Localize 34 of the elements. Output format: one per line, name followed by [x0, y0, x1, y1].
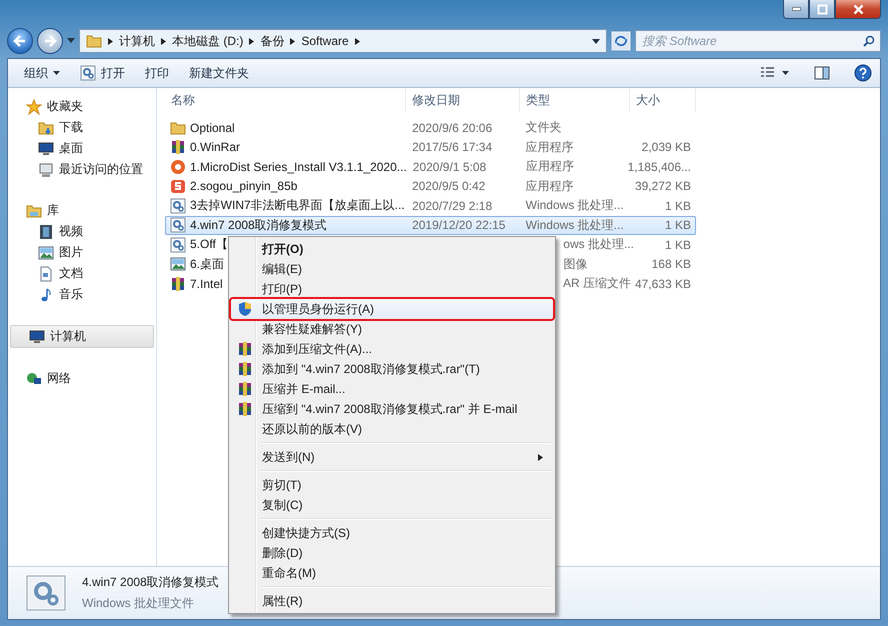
file-name: 0.WinRar — [190, 140, 240, 154]
selected-file-name: 4.win7 2008取消修复模式 — [82, 574, 219, 591]
modified-date: 2020/7/29 2:18 — [412, 198, 492, 213]
file-type: 图像 — [564, 256, 588, 273]
file-name: 6.桌面 — [190, 256, 224, 273]
file-size: 2,039 KB — [642, 140, 692, 154]
file-type: 应用程序 — [525, 178, 574, 195]
file-name: 7.Intel — [190, 276, 223, 291]
file-type: ows 批处理... — [563, 236, 634, 254]
modified-date: 2019/12/20 22:15 — [412, 218, 506, 232]
file-size: 168 KB — [652, 257, 691, 272]
file-type: 文件夹 — [526, 119, 562, 136]
file-type: 应用程序 — [526, 158, 574, 176]
file-type: 应用程序 — [526, 138, 574, 156]
file-type: Windows 批处理... — [526, 197, 624, 214]
file-size: 1 KB — [665, 218, 692, 232]
file-name: 4.win7 2008取消修复模式 — [190, 216, 327, 234]
selected-file-type: Windows 批处理文件 — [82, 595, 196, 612]
file-size: 1 KB — [665, 198, 692, 213]
file-type: AR 压缩文件 — [563, 275, 632, 292]
file-type: Windows 批处理... — [526, 216, 624, 234]
file-size: 39,272 KB — [634, 179, 691, 194]
file-name: 5.Off【 — [190, 236, 228, 254]
file-size: 1 KB — [664, 238, 691, 252]
file-name: 3去掉WIN7非法断电界面【放桌面上以... — [190, 197, 405, 214]
file-size: 47,633 KB — [634, 276, 691, 291]
file-name: Optional — [190, 120, 235, 135]
modified-date: 2020/9/1 5:08 — [412, 160, 486, 174]
file-name: 2.sogou_pinyin_85b — [190, 179, 298, 194]
file-name: 1.MicroDist Series_Install V3.1.1_2020... — [190, 160, 407, 174]
modified-date: 2017/5/6 17:34 — [412, 140, 492, 154]
file-size: 1,185,406... — [628, 160, 691, 174]
modified-date: 2020/9/5 0:42 — [412, 179, 486, 194]
modified-date: 2020/9/6 20:06 — [412, 120, 492, 135]
